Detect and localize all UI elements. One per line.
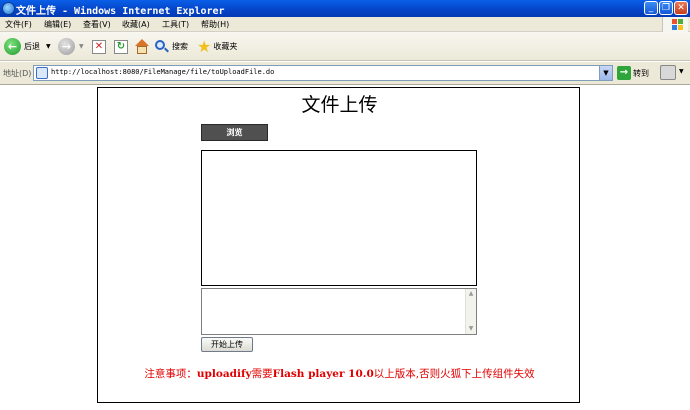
forward-button[interactable]: → ▼ xyxy=(58,36,84,57)
menu-file[interactable]: 文件(F) xyxy=(5,19,32,30)
back-label: 后退 xyxy=(24,42,40,51)
page-title: 文件上传 xyxy=(301,94,378,116)
start-upload-button[interactable]: 开始上传 xyxy=(201,337,253,352)
forward-arrow-icon: → xyxy=(58,38,75,55)
links-dropdown-icon[interactable]: ▼ xyxy=(679,68,684,75)
stop-button[interactable]: ✕ xyxy=(92,36,106,57)
menu-edit[interactable]: 编辑(E) xyxy=(44,19,71,30)
notice-prefix: 注意事项： xyxy=(144,368,197,380)
restore-button[interactable]: ❐ xyxy=(659,1,673,15)
favorites-label: 收藏夹 xyxy=(213,42,238,51)
menu-bar: 文件(F) 编辑(E) 查看(V) 收藏(A) 工具(T) 帮助(H) xyxy=(0,17,690,32)
address-bar: 地址(D) http://localhost:8080/FileManage/f… xyxy=(0,62,690,85)
favorites-button[interactable]: ★ 收藏夹 xyxy=(197,36,237,57)
notice-rest: 以上版本,否则火狐下上传组件失效 xyxy=(373,368,535,380)
address-label: 地址(D) xyxy=(3,69,32,78)
menu-view[interactable]: 查看(V) xyxy=(83,19,111,30)
forward-dropdown-icon[interactable]: ▼ xyxy=(79,43,84,50)
refresh-button[interactable]: ↻ xyxy=(114,36,128,57)
search-label: 搜索 xyxy=(172,42,188,51)
title-bar: 文件上传 - Windows Internet Explorer _ ❐ ✕ xyxy=(0,0,690,17)
address-dropdown-icon[interactable]: ▼ xyxy=(599,66,612,80)
page-icon xyxy=(36,67,48,79)
refresh-icon: ↻ xyxy=(114,39,128,54)
star-icon: ★ xyxy=(197,36,212,56)
browse-button[interactable]: 浏览 xyxy=(201,124,268,141)
upload-panel: 文件上传 浏览 ▲ ▼ 开始上传 注意事项：uploadify需要Flash p… xyxy=(97,87,580,403)
go-button[interactable]: → 转到 xyxy=(617,66,649,80)
back-button[interactable]: ← 后退 ▼ xyxy=(4,36,51,57)
menu-favorites[interactable]: 收藏(A) xyxy=(122,19,150,30)
notice-mid: 需要 xyxy=(251,368,273,380)
minimize-button[interactable]: _ xyxy=(644,1,658,15)
search-icon xyxy=(155,39,169,54)
textarea-scrollbar[interactable]: ▲ ▼ xyxy=(465,289,476,334)
address-input[interactable]: http://localhost:8080/FileManage/file/to… xyxy=(33,65,613,81)
home-icon xyxy=(134,38,150,55)
back-dropdown-icon[interactable]: ▼ xyxy=(46,43,51,50)
scroll-down-icon[interactable]: ▼ xyxy=(466,324,476,334)
toolbar: ← 后退 ▼ → ▼ ✕ ↻ 搜索 ★ 收藏夹 xyxy=(0,32,690,61)
upload-queue xyxy=(201,150,477,286)
windows-logo-icon xyxy=(662,17,688,32)
search-button[interactable]: 搜索 xyxy=(155,36,188,57)
scroll-up-icon[interactable]: ▲ xyxy=(466,289,476,299)
notice-flash-version: Flash player 10.0 xyxy=(272,368,374,380)
close-button[interactable]: ✕ xyxy=(674,1,688,15)
stop-icon: ✕ xyxy=(92,39,106,54)
menu-help[interactable]: 帮助(H) xyxy=(201,19,229,30)
page-content: 文件上传 浏览 ▲ ▼ 开始上传 注意事项：uploadify需要Flash p… xyxy=(0,85,690,410)
notice-uploadify: uploadify xyxy=(196,368,252,380)
go-arrow-icon: → xyxy=(617,66,631,80)
links-icon[interactable] xyxy=(660,65,676,80)
back-arrow-icon: ← xyxy=(4,38,21,55)
menu-tools[interactable]: 工具(T) xyxy=(162,19,189,30)
go-label: 转到 xyxy=(633,68,649,78)
window-title: 文件上传 - Windows Internet Explorer xyxy=(16,6,225,17)
home-button[interactable] xyxy=(134,36,150,57)
ie-icon xyxy=(2,2,15,15)
description-textarea[interactable]: ▲ ▼ xyxy=(201,288,477,335)
notice-text: 注意事项：uploadify需要Flash player 10.0以上版本,否则… xyxy=(98,366,581,381)
address-url[interactable]: http://localhost:8080/FileManage/file/to… xyxy=(51,68,274,76)
